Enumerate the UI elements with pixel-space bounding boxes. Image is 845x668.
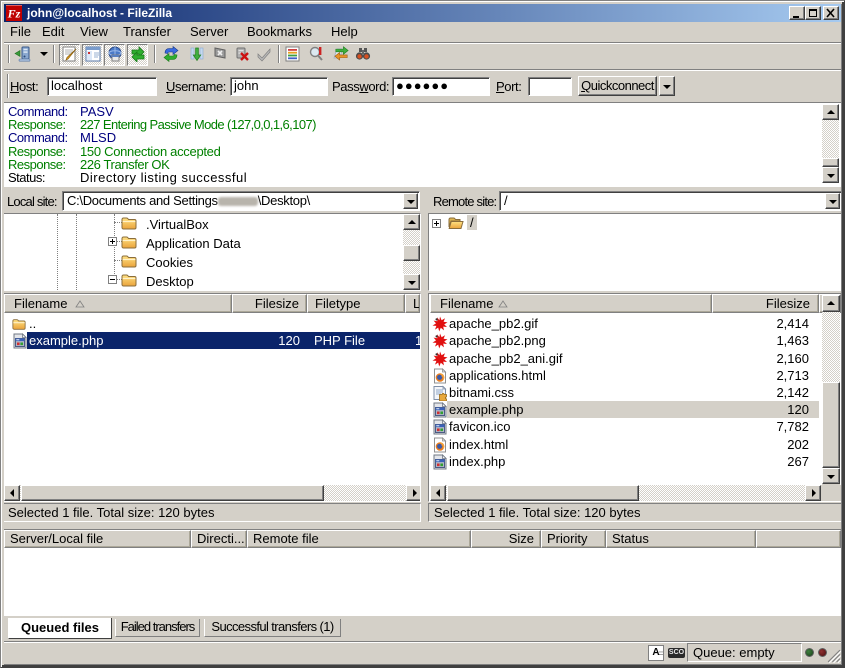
svg-text:Fz: Fz [7,7,21,21]
